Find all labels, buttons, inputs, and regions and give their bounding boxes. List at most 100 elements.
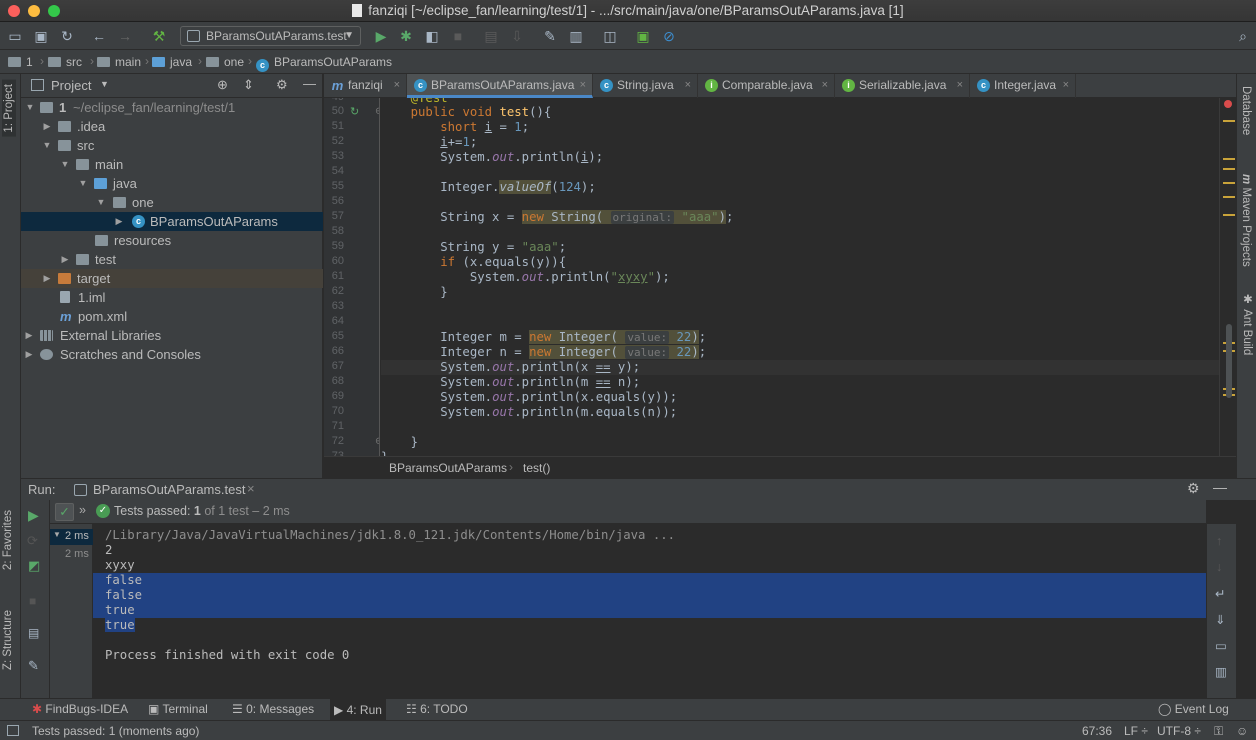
- trash-icon[interactable]: ▥: [1215, 664, 1227, 679]
- run-icon[interactable]: ▶: [372, 27, 390, 45]
- scroll-down-icon[interactable]: ↓: [1216, 560, 1222, 574]
- scroll-to-end-icon[interactable]: ⇓: [1215, 612, 1225, 627]
- run-tab-label[interactable]: BParamsOutAParams.test: [93, 482, 245, 497]
- tree-node-scratches[interactable]: ▶ Scratches and Consoles: [21, 345, 323, 364]
- warning-marker[interactable]: [1223, 120, 1235, 122]
- collapse-all-icon[interactable]: ⇕: [243, 77, 254, 93]
- run-test-gutter-icon[interactable]: ↻: [350, 105, 359, 118]
- close-tab-icon[interactable]: ×: [822, 74, 828, 97]
- tree-node-java[interactable]: ▼ java: [21, 174, 323, 193]
- warning-marker[interactable]: [1223, 168, 1235, 170]
- vcs-icon[interactable]: ◫: [601, 27, 619, 45]
- expanded-arrow-icon[interactable]: ▼: [78, 174, 88, 193]
- toggle-auto-test-icon[interactable]: ◩: [28, 558, 40, 574]
- tab-comparable[interactable]: i Comparable.java ×: [698, 74, 835, 98]
- print-icon[interactable]: ▭: [1215, 638, 1227, 653]
- tool-tab-favorites[interactable]: 2: Favorites: [2, 510, 14, 570]
- tree-node-pom[interactable]: m pom.xml: [21, 307, 323, 326]
- collapsed-arrow-icon[interactable]: ▶: [24, 326, 34, 345]
- expanded-arrow-icon[interactable]: ▼: [42, 136, 52, 155]
- forward-icon[interactable]: →: [116, 27, 134, 45]
- tree-node-main[interactable]: ▼ main: [21, 155, 323, 174]
- error-stripe[interactable]: [1219, 98, 1236, 456]
- locate-icon[interactable]: ⊕: [217, 77, 228, 93]
- tab-serializable[interactable]: i Serializable.java ×: [835, 74, 970, 98]
- attach-icon[interactable]: ▤: [482, 27, 500, 45]
- show-passed-toggle[interactable]: ✓: [55, 503, 74, 521]
- soft-wrap-icon[interactable]: ↵: [1215, 586, 1225, 601]
- tool-tab-event-log[interactable]: ◯ Event Log: [1158, 702, 1229, 716]
- close-tab-icon[interactable]: ×: [1063, 74, 1069, 97]
- tree-node-class-file[interactable]: ▶ c BParamsOutAParams: [21, 212, 323, 231]
- expanded-arrow-icon[interactable]: ▼: [25, 98, 35, 117]
- code-editor[interactable]: @Test public void test(){ short i = 1; i…: [381, 98, 1219, 456]
- run-configuration-select[interactable]: BParamsOutAParams.test ▼: [180, 26, 361, 46]
- caret-position[interactable]: 67:36: [1082, 724, 1112, 738]
- tab-bparamsoutaparams[interactable]: c BParamsOutAParams.java ×: [407, 74, 593, 98]
- expanded-arrow-icon[interactable]: ▼: [53, 530, 61, 539]
- close-tab-icon[interactable]: ×: [580, 74, 586, 97]
- tool-tab-findbugs[interactable]: ✱ FindBugs-IDEA: [32, 702, 128, 716]
- crumb-one[interactable]: one: [206, 55, 244, 69]
- collapsed-arrow-icon[interactable]: ▶: [42, 117, 52, 136]
- warning-marker[interactable]: [1223, 182, 1235, 184]
- tree-node-one[interactable]: ▼ one: [21, 193, 323, 212]
- tool-tab-database[interactable]: Database: [1240, 86, 1252, 135]
- editor-scrollbar[interactable]: [1226, 324, 1232, 398]
- status-message[interactable]: Tests passed: 1 (moments ago): [32, 724, 199, 738]
- tree-node-external-libraries[interactable]: ▶ External Libraries: [21, 326, 323, 345]
- tree-node-idea[interactable]: ▶ .idea: [21, 117, 323, 136]
- back-icon[interactable]: ←: [90, 27, 108, 45]
- breadcrumb-method[interactable]: test(): [523, 461, 550, 475]
- layout-icon[interactable]: ▤: [28, 626, 39, 640]
- fold-icon[interactable]: ⊖: [375, 106, 379, 117]
- breadcrumb-class[interactable]: BParamsOutAParams: [389, 461, 507, 475]
- scroll-up-icon[interactable]: ↑: [1216, 534, 1222, 548]
- tree-node-project-root[interactable]: ▼ 1 ~/eclipse_fan/learning/test/1: [21, 98, 323, 117]
- collapsed-arrow-icon[interactable]: ▶: [42, 269, 52, 288]
- project-structure-icon[interactable]: ▥: [567, 27, 585, 45]
- toggle-tool-windows-icon[interactable]: [7, 725, 19, 736]
- wrench-icon[interactable]: ✎: [541, 27, 559, 45]
- collapsed-arrow-icon[interactable]: ▶: [60, 250, 70, 269]
- expanded-arrow-icon[interactable]: ▼: [96, 193, 106, 212]
- tool-tab-run[interactable]: ▶ 4: Run: [330, 699, 386, 721]
- warning-marker[interactable]: [1223, 196, 1235, 198]
- line-separator-select[interactable]: LF ÷: [1124, 724, 1148, 738]
- tree-node-src[interactable]: ▼ src: [21, 136, 323, 155]
- deploy-icon[interactable]: ⇩: [508, 27, 526, 45]
- crumb-src[interactable]: src: [48, 55, 82, 69]
- more-icon[interactable]: »: [79, 503, 86, 517]
- test-results-tree[interactable]: ▼ 2 ms 2 ms: [50, 524, 93, 698]
- collapsed-arrow-icon[interactable]: ▶: [114, 212, 124, 231]
- close-tab-icon[interactable]: ×: [685, 74, 691, 97]
- editor-gutter[interactable]: 49 50 51 52 53 54 55 56 57 58 59 60 61 6…: [324, 98, 380, 456]
- stop-icon[interactable]: ■: [449, 27, 467, 45]
- open-folder-icon[interactable]: ▭: [6, 27, 24, 45]
- build-hammer-icon[interactable]: ⚒: [150, 27, 168, 45]
- test-result-row[interactable]: ▼ 2 ms: [50, 529, 93, 545]
- chevron-down-icon[interactable]: ▼: [100, 79, 109, 89]
- tab-integer[interactable]: c Integer.java ×: [970, 74, 1076, 98]
- warning-marker[interactable]: [1223, 214, 1235, 216]
- terminal-icon[interactable]: ▣: [634, 27, 652, 45]
- hide-panel-icon[interactable]: —: [1213, 479, 1227, 495]
- no-entry-icon[interactable]: ⊘: [660, 27, 678, 45]
- tree-node-iml[interactable]: 1.iml: [21, 288, 323, 307]
- encoding-select[interactable]: UTF-8 ÷: [1157, 724, 1201, 738]
- stop-icon[interactable]: ■: [29, 594, 36, 608]
- save-icon[interactable]: ▣: [32, 27, 50, 45]
- warning-marker[interactable]: [1223, 158, 1235, 160]
- error-indicator-icon[interactable]: [1224, 100, 1232, 108]
- tool-tab-ant[interactable]: ✱ Ant Build: [1240, 292, 1254, 355]
- tool-tab-messages[interactable]: ☰ 0: Messages: [232, 702, 314, 716]
- project-view-select[interactable]: Project: [51, 78, 91, 93]
- tree-node-test[interactable]: ▶ test: [21, 250, 323, 269]
- tool-tab-maven[interactable]: m Maven Projects: [1240, 174, 1252, 267]
- close-tab-icon[interactable]: ×: [957, 74, 963, 97]
- test-result-row[interactable]: 2 ms: [65, 548, 89, 560]
- coverage-icon[interactable]: ◧: [423, 27, 441, 45]
- collapsed-arrow-icon[interactable]: ▶: [24, 345, 34, 364]
- console-output[interactable]: /Library/Java/JavaVirtualMachines/jdk1.8…: [93, 524, 1206, 698]
- debug-icon[interactable]: ✱: [397, 27, 415, 45]
